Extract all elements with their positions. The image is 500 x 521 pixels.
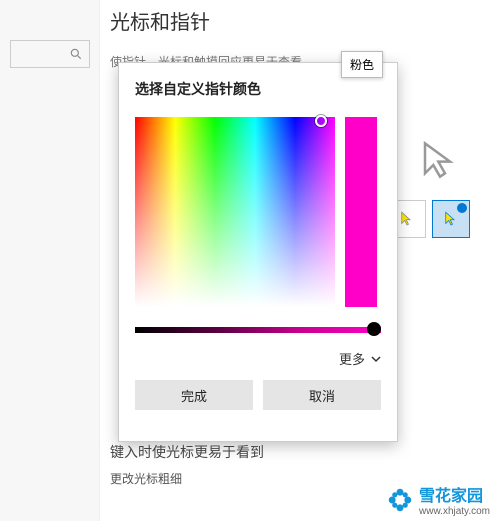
- saturation-value-field[interactable]: [135, 117, 335, 307]
- dialog-title: 选择自定义指针颜色: [135, 79, 381, 99]
- chevron-down-icon: [371, 354, 381, 364]
- search-input[interactable]: [10, 40, 90, 68]
- watermark-name: 雪花家园: [419, 488, 483, 505]
- thickness-label: 更改光标粗细: [110, 470, 182, 487]
- settings-sidebar: [0, 0, 100, 521]
- value-slider[interactable]: [135, 327, 381, 333]
- more-toggle[interactable]: 更多: [135, 349, 381, 368]
- color-picker-dialog: 粉色 选择自定义指针颜色 更多 完成 取消: [118, 62, 398, 442]
- cancel-button[interactable]: 取消: [263, 380, 381, 410]
- search-icon: [69, 47, 83, 61]
- pointer-color-option-custom[interactable]: [432, 200, 470, 238]
- page-title: 光标和指针: [110, 6, 500, 35]
- pointer-preview: [420, 140, 460, 185]
- done-button[interactable]: 完成: [135, 380, 253, 410]
- watermark: 雪花家园 www.xhjaty.com: [387, 482, 490, 517]
- sv-handle[interactable]: [315, 115, 327, 127]
- watermark-url: www.xhjaty.com: [419, 506, 490, 517]
- hue-preview-strip[interactable]: [345, 117, 377, 307]
- pointer-color-options: [388, 200, 470, 238]
- below-dialog-heading: 键入时使光标更易于看到: [110, 442, 264, 462]
- color-tooltip: 粉色: [341, 51, 383, 78]
- more-label: 更多: [339, 349, 365, 368]
- page-content: 光标和指针 使指针、光标和触摸回应更易于查看: [110, 0, 500, 70]
- snowflake-icon: [387, 487, 413, 513]
- value-slider-handle[interactable]: [367, 322, 381, 336]
